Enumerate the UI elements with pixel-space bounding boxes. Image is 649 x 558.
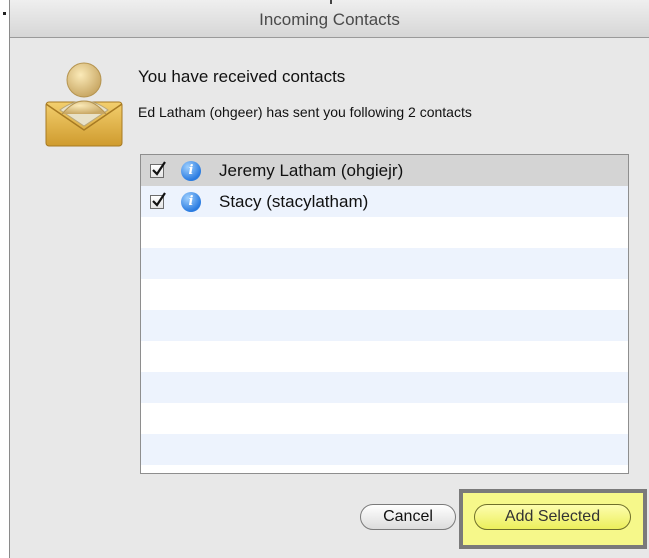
info-icon[interactable]: i (181, 191, 201, 212)
contact-envelope-icon (45, 62, 123, 147)
contact-label: Jeremy Latham (ohgiejr) (219, 160, 404, 180)
cancel-button[interactable]: Cancel (360, 504, 456, 530)
title-bar-mark (330, 0, 332, 4)
incoming-contacts-dialog: Incoming Contacts You have received cont… (9, 0, 649, 558)
contact-checkbox[interactable] (150, 160, 166, 178)
stray-dot (3, 12, 6, 15)
list-item[interactable]: i Stacy (stacylatham) (141, 186, 628, 217)
list-item[interactable]: i Jeremy Latham (ohgiejr) (141, 155, 628, 186)
contact-checkbox[interactable] (150, 191, 166, 209)
info-icon[interactable]: i (181, 160, 201, 181)
dialog-heading: You have received contacts (138, 67, 346, 86)
contacts-list[interactable]: i Jeremy Latham (ohgiejr) i Stacy (stacy… (140, 154, 629, 474)
contact-label: Stacy (stacylatham) (219, 191, 369, 211)
title-bar[interactable]: Incoming Contacts (10, 0, 649, 38)
dialog-message: Ed Latham (ohgeer) has sent you followin… (138, 104, 472, 120)
add-selected-button[interactable]: Add Selected (474, 504, 631, 530)
window-title: Incoming Contacts (259, 10, 400, 29)
